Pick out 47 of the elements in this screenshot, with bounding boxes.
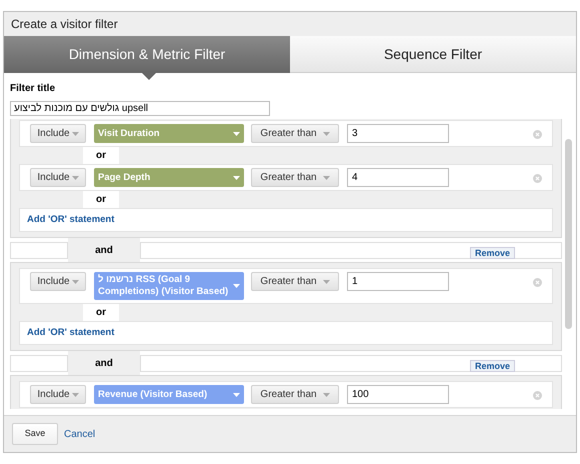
add-or-link[interactable]: Add 'OR' statement bbox=[27, 326, 114, 340]
caret-icon bbox=[72, 280, 79, 284]
operator-dropdown[interactable]: Greater than bbox=[251, 272, 339, 291]
operator-dropdown[interactable]: Greater than bbox=[251, 168, 339, 187]
caret-icon bbox=[322, 132, 330, 136]
caret-icon bbox=[233, 132, 240, 136]
caret-icon bbox=[233, 176, 240, 180]
close-icon[interactable] bbox=[533, 174, 542, 183]
include-dropdown[interactable]: Include bbox=[30, 124, 86, 143]
and-label: and bbox=[68, 238, 140, 262]
close-icon[interactable] bbox=[533, 278, 542, 287]
or-label: or bbox=[83, 147, 119, 164]
caret-icon bbox=[322, 280, 330, 284]
remove-button[interactable]: Remove bbox=[470, 246, 515, 258]
or-label: or bbox=[83, 191, 119, 208]
value-field[interactable]: 1 bbox=[347, 272, 449, 291]
include-dropdown[interactable]: Include bbox=[30, 385, 86, 404]
window-title: Create a visitor filter bbox=[4, 12, 576, 36]
caret-icon bbox=[72, 392, 79, 396]
caret-icon bbox=[322, 392, 330, 396]
cancel-link[interactable]: Cancel bbox=[64, 426, 96, 442]
scrollbar[interactable] bbox=[565, 139, 572, 329]
caret-icon bbox=[322, 176, 330, 180]
close-icon[interactable] bbox=[533, 391, 542, 400]
filter-title-field[interactable]: גולשים עם מוכנות לביצוע upsell bbox=[10, 101, 270, 116]
include-dropdown[interactable]: Include bbox=[30, 168, 86, 187]
add-or-link[interactable]: Add 'OR' statement bbox=[27, 212, 114, 228]
and-label: and bbox=[68, 351, 140, 375]
operator-dropdown[interactable]: Greater than bbox=[251, 124, 339, 143]
caret-icon bbox=[72, 176, 79, 180]
save-button[interactable]: Save bbox=[12, 423, 58, 445]
remove-button[interactable]: Remove bbox=[470, 360, 515, 372]
field-label: Filter title bbox=[10, 83, 56, 95]
tab[interactable]: Sequence Filter bbox=[290, 36, 576, 73]
include-dropdown[interactable]: Include bbox=[30, 272, 86, 291]
connector-block bbox=[10, 242, 68, 258]
or-label: or bbox=[83, 304, 119, 321]
value-field[interactable]: 4 bbox=[347, 168, 449, 187]
operator-dropdown[interactable]: Greater than bbox=[251, 385, 339, 404]
caret-icon bbox=[233, 392, 240, 396]
close-icon[interactable] bbox=[533, 130, 542, 139]
value-field[interactable]: 100 bbox=[347, 385, 449, 404]
connector-block bbox=[10, 354, 68, 372]
value-field[interactable]: 3 bbox=[347, 124, 449, 143]
caret-icon bbox=[233, 284, 240, 288]
caret-icon bbox=[72, 132, 79, 136]
pointer-icon bbox=[142, 73, 156, 80]
